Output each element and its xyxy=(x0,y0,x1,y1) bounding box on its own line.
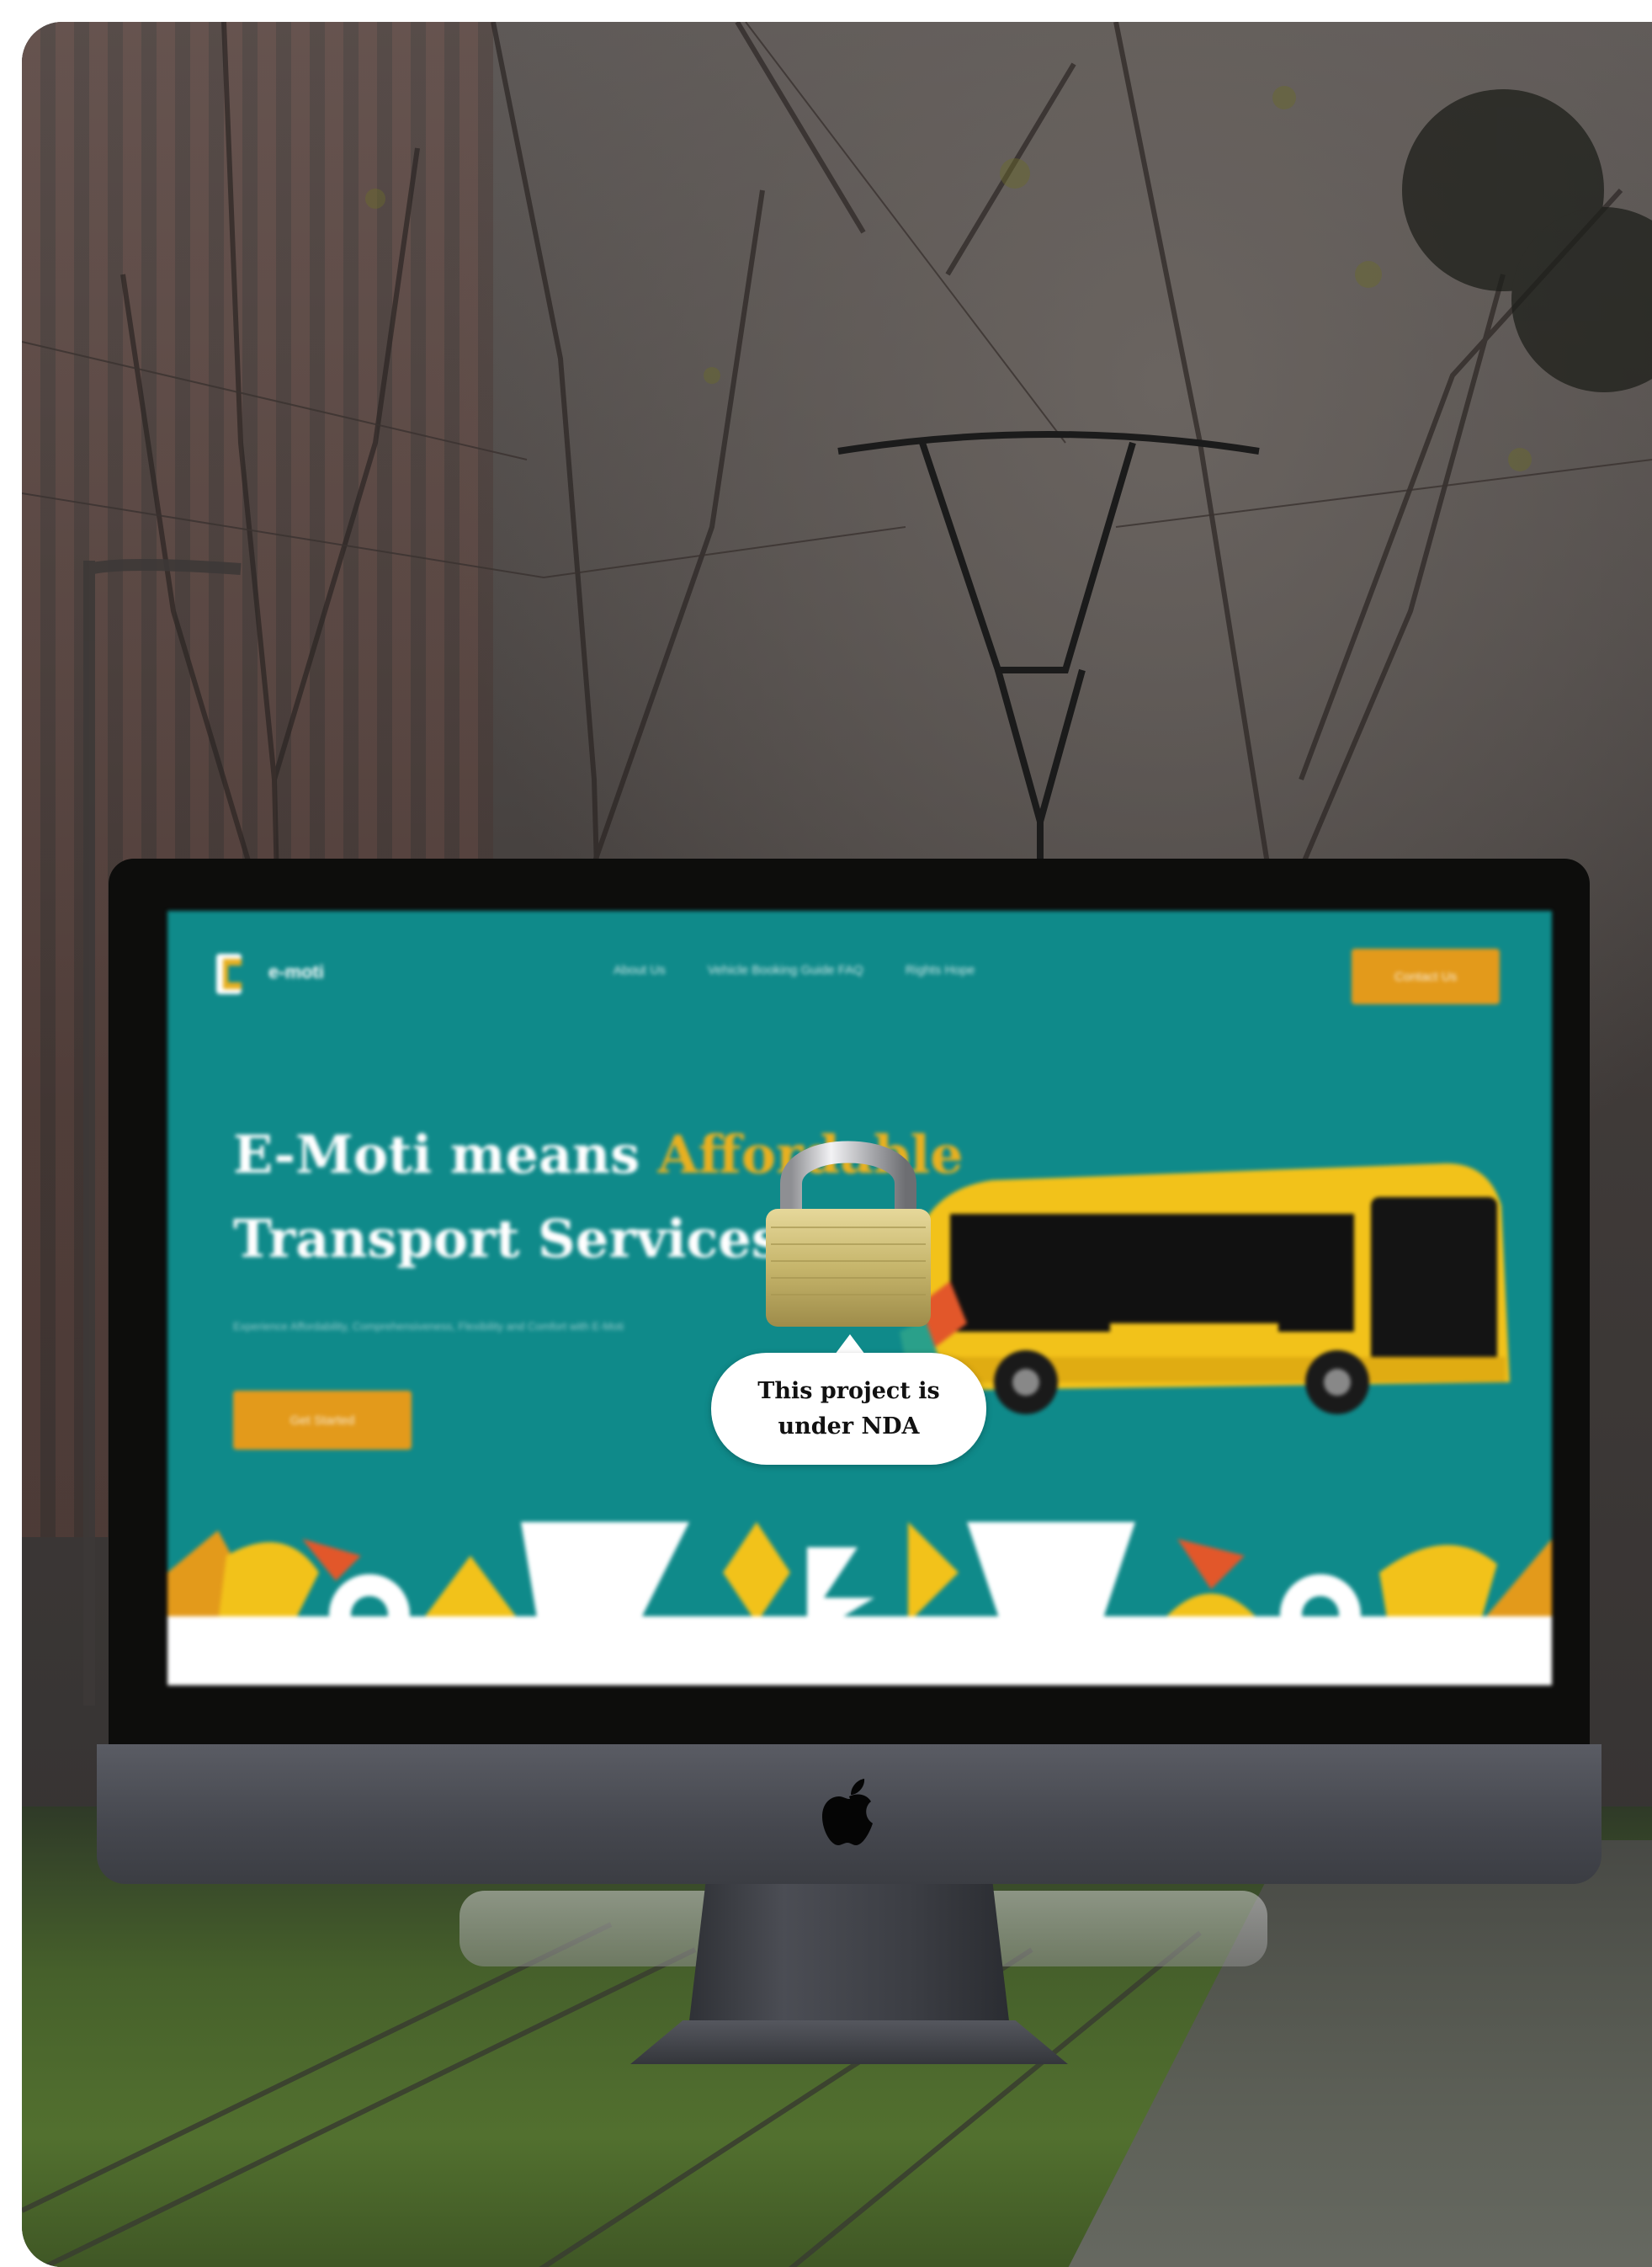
monitor-stand-base xyxy=(630,2020,1068,2064)
nda-notice-text: This project is under NDA xyxy=(757,1377,940,1439)
site-get-started-button: Get Started xyxy=(233,1391,412,1450)
nda-bubble-tail xyxy=(835,1334,865,1354)
nda-notice-bubble: This project is under NDA xyxy=(711,1353,986,1465)
site-hero-title-suffix: Transport Services xyxy=(233,1208,781,1269)
overhead-line-pylon xyxy=(837,431,1260,889)
e-moti-logo-icon xyxy=(216,954,242,994)
site-nav-item: Vehicle Booking Guide FAQ xyxy=(707,963,863,977)
apple-logo-icon xyxy=(822,1779,873,1845)
site-nav-item: About Us xyxy=(614,963,666,977)
site-white-band xyxy=(167,1616,1552,1685)
site-nav: About Us Vehicle Booking Guide FAQ Right… xyxy=(614,963,975,977)
bus-image xyxy=(900,1163,1510,1414)
site-brand: e-moti xyxy=(268,961,324,982)
lock-icon xyxy=(766,1141,931,1327)
site-nav-item: Rights Hope xyxy=(905,963,975,977)
decorative-pattern-band xyxy=(167,1522,1552,1623)
site-hero-subtitle: Experience Affordability, Comprehensiven… xyxy=(233,1320,624,1333)
imac-monitor: e-moti About Us Vehicle Booking Guide FA… xyxy=(97,859,1602,2071)
site-hero-title-prefix: E-Moti means xyxy=(233,1124,658,1185)
site-contact-button: Contact Us xyxy=(1352,949,1500,1004)
